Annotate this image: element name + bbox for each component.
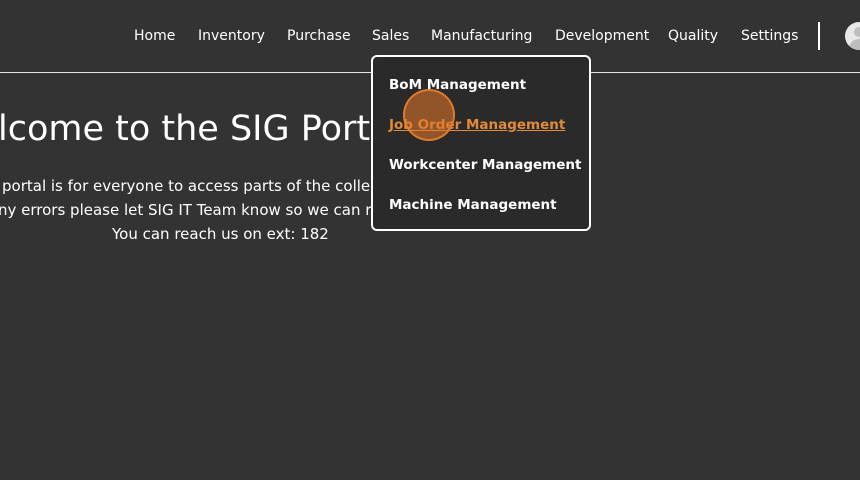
nav-quality[interactable]: Quality (668, 26, 718, 46)
nav-development[interactable]: Development (555, 26, 649, 46)
nav-divider (818, 22, 820, 50)
welcome-text-line-3: You can reach us on ext: 182 (112, 225, 329, 243)
page: Home Inventory Purchase Sales Manufactur… (0, 0, 860, 480)
avatar-shoulders-shape (849, 39, 860, 50)
nav-purchase[interactable]: Purchase (287, 26, 351, 46)
welcome-text-line-2: ny errors please let SIG IT Team know so… (0, 201, 381, 219)
welcome-title: lcome to the SIG Porta (0, 109, 392, 149)
nav-manufacturing[interactable]: Manufacturing (431, 26, 532, 46)
manufacturing-dropdown-menu: BoM Management Job Order Management Work… (371, 55, 591, 231)
menu-item-bom-management[interactable]: BoM Management (389, 75, 526, 95)
nav-sales[interactable]: Sales (372, 26, 409, 46)
menu-item-job-order-management[interactable]: Job Order Management (389, 115, 565, 135)
nav-inventory[interactable]: Inventory (198, 26, 265, 46)
menu-item-machine-management[interactable]: Machine Management (389, 195, 557, 215)
nav-home[interactable]: Home (134, 26, 175, 46)
avatar-head-shape (854, 27, 860, 37)
welcome-text-line-1: portal is for everyone to access parts o… (2, 177, 379, 195)
menu-item-workcenter-management[interactable]: Workcenter Management (389, 155, 581, 175)
nav-settings[interactable]: Settings (741, 26, 798, 46)
user-avatar-icon[interactable] (845, 22, 860, 50)
